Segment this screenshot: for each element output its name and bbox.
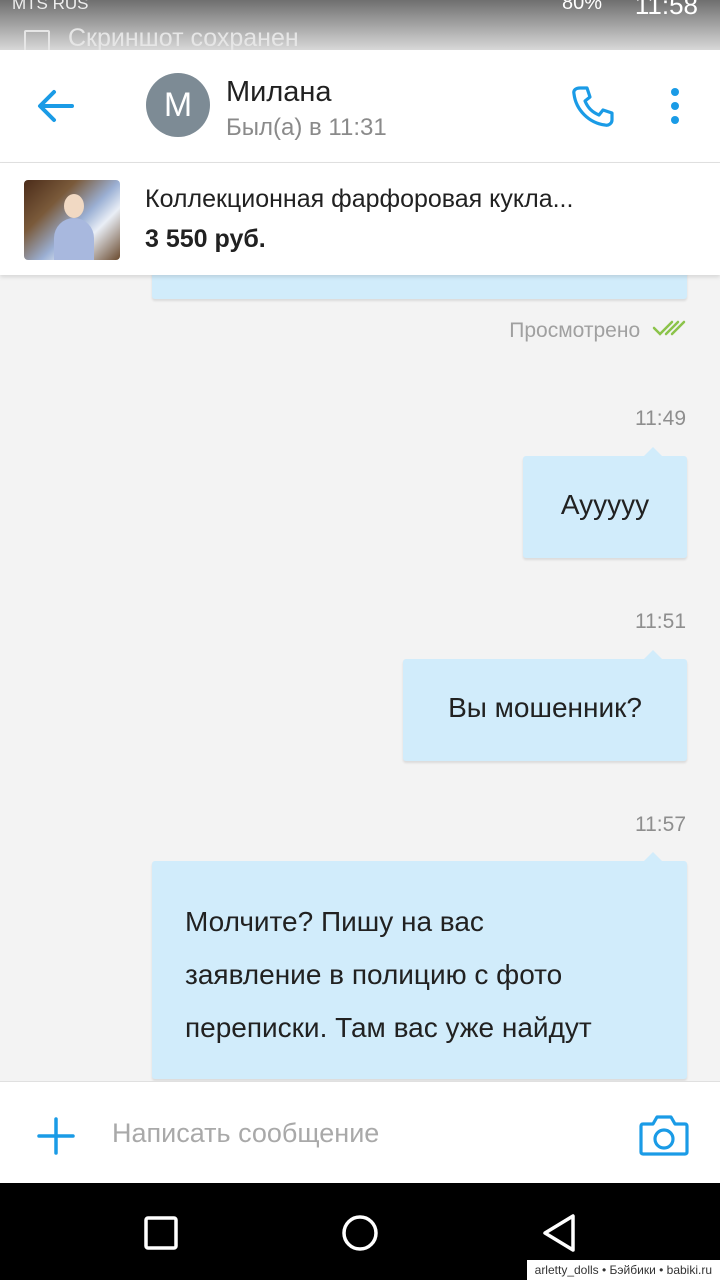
bubble-tail	[643, 650, 663, 660]
message-input[interactable]	[112, 1110, 612, 1156]
more-options-button[interactable]	[664, 86, 686, 128]
message-line: заявление в полицию с фото	[185, 959, 563, 990]
battery-level: 80%	[561, 0, 602, 14]
listing-thumbnail[interactable]	[24, 180, 120, 260]
plus-icon	[37, 1117, 75, 1155]
status-clock: 11:58	[634, 0, 698, 20]
doll-dress	[54, 218, 94, 260]
message-line: переписки. Там вас уже найдут	[185, 1012, 592, 1043]
nav-home-button[interactable]	[335, 1209, 385, 1257]
doll-face	[64, 194, 84, 218]
back-arrow-icon	[38, 90, 74, 122]
more-vert-icon	[671, 88, 679, 124]
message-text: Молчите? Пишу на вас заявление в полицию…	[185, 895, 592, 1054]
nav-recent-icon	[144, 1216, 178, 1250]
double-check-icon	[652, 320, 686, 336]
message-list[interactable]: Просмотрено 11:49 Ауууyy 11:51 Вы мошенн…	[0, 275, 720, 1081]
camera-button[interactable]	[638, 1112, 690, 1158]
nav-recent-button[interactable]	[136, 1209, 186, 1257]
bubble-tail	[643, 852, 663, 862]
bubble-tail	[643, 447, 663, 457]
nav-back-icon	[543, 1214, 575, 1252]
call-button[interactable]	[568, 84, 616, 130]
message-bubble[interactable]: Молчите? Пишу на вас заявление в полицию…	[152, 852, 687, 1079]
message-bubble[interactable]: Ауууyy	[523, 447, 687, 558]
message-bubble-previous[interactable]	[152, 275, 687, 299]
message-line: Молчите? Пишу на вас	[185, 906, 484, 937]
message-timestamp: 11:51	[635, 610, 686, 633]
read-status-label: Просмотрено	[509, 319, 641, 342]
listing-card[interactable]: Коллекционная фарфоровая кукла... 3 550 …	[0, 163, 720, 275]
status-bar: MTS RUS 80% 11:58 Скриншот сохранен	[0, 0, 720, 50]
watermark: arletty_dolls • Бэйбики • babiki.ru	[526, 1260, 720, 1280]
nav-home-icon	[342, 1215, 378, 1251]
screenshot-icon	[24, 30, 50, 50]
phone-icon	[572, 86, 614, 127]
attach-button[interactable]	[36, 1116, 76, 1156]
carrier-label: MTS RUS	[12, 0, 89, 13]
message-text: Вы мошенник?	[448, 692, 642, 723]
system-nav-bar: arletty_dolls • Бэйбики • babiki.ru	[0, 1183, 720, 1280]
message-bubble[interactable]: Вы мошенник?	[403, 650, 687, 761]
read-receipt: Просмотрено	[509, 319, 688, 343]
message-text: Ауууyy	[560, 489, 650, 520]
camera-icon	[639, 1115, 689, 1156]
last-seen: Был(а) в 11:31	[226, 114, 387, 141]
chat-header: М Милана Был(а) в 11:31	[0, 50, 720, 163]
screenshot-notification: Скриншот сохранен	[68, 24, 299, 50]
contact-name[interactable]: Милана	[226, 76, 332, 109]
message-timestamp: 11:57	[635, 813, 686, 836]
nav-back-button[interactable]	[535, 1209, 585, 1257]
listing-title: Коллекционная фарфоровая кукла...	[145, 185, 574, 213]
composer-bar	[0, 1081, 720, 1184]
listing-price: 3 550 руб.	[145, 225, 266, 253]
avatar[interactable]: М	[146, 73, 210, 137]
message-timestamp: 11:49	[635, 407, 686, 430]
back-button[interactable]	[32, 84, 80, 128]
